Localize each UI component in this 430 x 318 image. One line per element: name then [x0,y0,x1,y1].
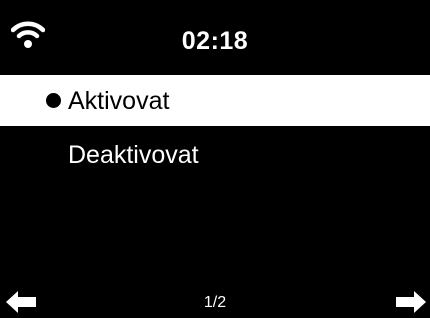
arrow-right-icon[interactable] [396,291,426,313]
menu-item-aktivovat[interactable]: Aktivovat [0,75,430,126]
menu-item-label: Aktivovat [68,86,170,115]
menu-item-label: Deaktivovat [68,140,199,169]
clock-time: 02:18 [181,27,249,55]
footer-bar: 1/2 [0,285,430,318]
radio-display-screen: 02:18 Aktivovat Deaktivovat 1/2 [0,0,430,318]
page-indicator: 1/2 [203,294,227,311]
status-bar: 02:18 [0,0,430,70]
menu-item-deaktivovat[interactable]: Deaktivovat [0,128,430,181]
selected-bullet-icon [46,93,61,108]
